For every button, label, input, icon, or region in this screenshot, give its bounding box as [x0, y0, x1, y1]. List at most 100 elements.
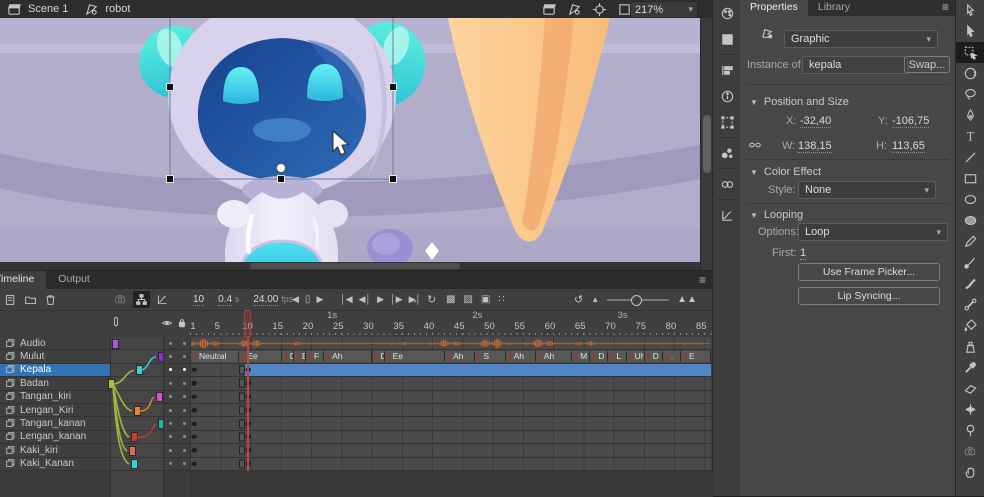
parenting-cell[interactable]	[110, 404, 164, 416]
layer-frames[interactable]: NeutralEeDEeFAhDEeAhSAhAhMDLUhD.E	[190, 350, 711, 362]
viseme-keyframe-neutral[interactable]: Neutral	[191, 351, 239, 362]
selection-tool[interactable]	[956, 0, 984, 21]
visibility-lock-dots[interactable]	[163, 431, 191, 443]
stage-zoom-select[interactable]: 217% ▾	[630, 1, 698, 18]
visibility-lock-dots[interactable]	[163, 337, 191, 349]
timeline-zoom-slider[interactable]	[607, 299, 669, 301]
scene-breadcrumb[interactable]: Scene 1	[28, 3, 68, 15]
loop-options-dropdown[interactable]: Loop▾	[798, 223, 948, 241]
viseme-keyframe-d[interactable]: D	[645, 351, 663, 362]
frame-ruler[interactable]: 15101520253035404550556065707580851s2s3s	[190, 310, 712, 337]
layer-name[interactable]: Lengan_Kiri	[20, 405, 73, 416]
viseme-keyframe-ah[interactable]: Ah	[506, 351, 536, 362]
span-end-marker[interactable]	[239, 432, 245, 441]
viseme-keyframe-d[interactable]: D	[373, 351, 385, 362]
viseme-keyframe-d[interactable]: D	[590, 351, 608, 362]
swap-button[interactable]: Swap...	[904, 56, 950, 73]
span-end-marker[interactable]	[239, 392, 245, 401]
layer-frames[interactable]	[190, 364, 711, 376]
fluid-brush-tool[interactable]	[956, 273, 984, 294]
y-value[interactable]: -106,75	[892, 115, 929, 128]
layer-frames[interactable]	[190, 444, 711, 456]
layer-frames[interactable]	[190, 417, 711, 429]
layer-name[interactable]: Audio	[20, 338, 46, 349]
viseme-keyframe-ah[interactable]: Ah	[536, 351, 572, 362]
visibility-lock-dots[interactable]	[163, 350, 191, 362]
viseme-keyframe-f[interactable]: F	[306, 351, 324, 362]
transform-point[interactable]	[277, 164, 286, 173]
scrollbar-thumb[interactable]	[703, 115, 711, 173]
layer-row-badan[interactable]: Badan	[0, 377, 712, 390]
layer-name[interactable]: Tangan_kanan	[20, 418, 86, 429]
parenting-cell[interactable]	[110, 350, 164, 362]
section-looping[interactable]: ▼Looping	[750, 209, 803, 221]
panel-menu-icon[interactable]: ≡	[699, 273, 706, 287]
visibility-lock-dots[interactable]	[163, 404, 191, 416]
keyframe-dot[interactable]	[192, 395, 197, 400]
layer-name[interactable]: Kepala	[20, 364, 51, 375]
new-folder-button[interactable]	[24, 293, 37, 306]
link-width-height-icon[interactable]	[748, 138, 762, 152]
span-end-marker[interactable]	[239, 379, 245, 388]
stage-canvas[interactable]	[0, 18, 712, 270]
asset-warp-tool[interactable]	[956, 420, 984, 441]
layer-name[interactable]: Kaki_Kanan	[20, 458, 74, 469]
lip-syncing-button[interactable]: Lip Syncing...	[798, 287, 940, 305]
keyframe-dot[interactable]	[192, 435, 197, 440]
viseme-keyframe-m[interactable]: M	[572, 351, 590, 362]
transform-panel-icon[interactable]	[713, 109, 741, 135]
pencil-tool[interactable]	[956, 231, 984, 252]
free-transform-tool[interactable]	[956, 42, 984, 63]
layer-frames[interactable]	[190, 337, 711, 349]
layer-frames[interactable]	[190, 377, 711, 389]
delete-layer-button[interactable]	[44, 293, 57, 306]
symbol-breadcrumb[interactable]: robot	[105, 3, 130, 15]
use-frame-picker-button[interactable]: Use Frame Picker...	[798, 263, 940, 281]
paint-bucket-tool[interactable]	[956, 315, 984, 336]
layer-row-kaki_kiri[interactable]: Kaki_kiri	[0, 444, 712, 457]
section-color-effect[interactable]: ▼Color Effect	[750, 166, 821, 178]
scrollbar-thumb[interactable]	[250, 263, 460, 269]
stage-horizontal-scrollbar[interactable]	[0, 262, 700, 270]
new-layer-button[interactable]	[4, 293, 17, 306]
swatches-panel-icon[interactable]	[713, 26, 741, 52]
edit-symbols-button[interactable]	[567, 2, 582, 17]
layer-parent-swatch[interactable]	[129, 446, 136, 456]
panel-menu-icon[interactable]: ≡	[942, 0, 949, 14]
parenting-cell[interactable]	[110, 431, 164, 443]
oval-tool[interactable]	[956, 189, 984, 210]
layer-frames[interactable]	[190, 391, 711, 403]
layer-row-kepala[interactable]: Kepala	[0, 364, 712, 377]
span-end-marker[interactable]	[239, 446, 245, 455]
layer-name[interactable]: Kaki_kiri	[20, 445, 58, 456]
center-frame-icon[interactable]: ↔	[408, 294, 419, 306]
layer-name[interactable]: Tangan_kiri	[20, 391, 71, 402]
width-tool[interactable]	[956, 399, 984, 420]
visibility-lock-dots[interactable]	[163, 377, 191, 389]
layer-frames[interactable]	[190, 431, 711, 443]
keyframe-dot[interactable]	[192, 408, 197, 413]
color-panel-icon[interactable]	[713, 0, 741, 26]
lasso-tool[interactable]	[956, 84, 984, 105]
visibility-lock-dots[interactable]	[163, 417, 191, 429]
camera-tool[interactable]	[956, 441, 984, 462]
layer-parent-swatch[interactable]	[131, 459, 138, 469]
stage-viewport[interactable]	[0, 18, 712, 270]
instance-name-field[interactable]: kepala	[802, 56, 908, 74]
layer-parent-swatch[interactable]	[156, 392, 163, 402]
collapse-triangle-icon[interactable]: ▼	[750, 98, 758, 107]
play-button[interactable]: ▶	[377, 294, 384, 305]
section-position-size[interactable]: ▼Position and Size	[750, 96, 849, 108]
layer-frames[interactable]	[190, 404, 711, 416]
loop-playback-icon[interactable]: ↻	[427, 293, 436, 306]
span-end-marker[interactable]	[239, 419, 245, 428]
visibility-lock-dots[interactable]	[163, 364, 191, 376]
pen-tool[interactable]	[956, 105, 984, 126]
span-end-marker[interactable]	[239, 406, 245, 415]
step-back-icon[interactable]: ◀	[292, 294, 299, 305]
layer-parent-swatch[interactable]	[108, 379, 115, 389]
reset-timeline-zoom-icon[interactable]: ↺	[574, 293, 583, 306]
step-forward-icon[interactable]: ▶	[316, 294, 323, 305]
zoom-out-frames-icon[interactable]: ▲	[591, 295, 599, 304]
viseme-keyframe-s[interactable]: S	[475, 351, 505, 362]
